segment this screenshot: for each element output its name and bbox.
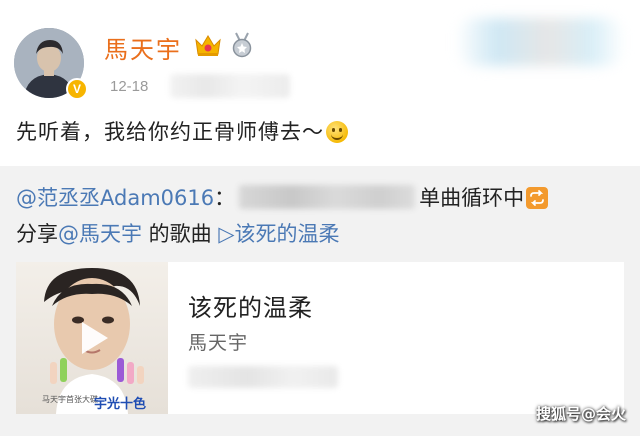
medal-icon[interactable]: [230, 32, 254, 58]
author-name[interactable]: 馬天宇: [104, 30, 182, 65]
song-artist[interactable]: 馬天宇: [188, 328, 248, 355]
post-body: 先听着，我给你约正骨师傅去～: [16, 120, 324, 144]
music-card[interactable]: 马天宇首张大碟 宇光十色 该死的温柔 馬天宇: [16, 262, 624, 414]
author-avatar[interactable]: V: [14, 28, 88, 100]
smile-emoji: [326, 121, 348, 143]
cover-caption: 马天宇首张大碟: [42, 394, 98, 404]
post-text: 先听着，我给你约正骨师傅去～: [16, 116, 348, 146]
blurred-text: [239, 185, 416, 209]
verified-v-icon: V: [66, 78, 88, 100]
blurred-source: [170, 74, 290, 98]
blurred-region-top: [455, 18, 625, 66]
share-line: 分享@馬天宇 的歌曲 ▷该死的温柔: [16, 218, 340, 248]
share-prefix: 分享: [16, 222, 58, 246]
repost-colon: ：: [214, 186, 236, 210]
album-cover[interactable]: 马天宇首张大碟 宇光十色: [16, 262, 168, 414]
share-middle: 的歌曲: [142, 222, 219, 246]
blurred-text: [188, 366, 338, 388]
crown-vip-icon[interactable]: [193, 32, 223, 58]
repeat-icon: [526, 187, 549, 209]
share-mention-link[interactable]: @馬天宇: [58, 222, 142, 246]
post-timestamp[interactable]: 12-18: [110, 78, 148, 95]
song-link[interactable]: ▷该死的温柔: [218, 222, 339, 246]
cover-logo: 宇光十色: [94, 396, 146, 412]
song-title[interactable]: 该死的温柔: [188, 288, 313, 323]
repost-block[interactable]: @范丞丞Adam0616： 单曲循环中 分享@馬天宇 的歌曲 ▷该死的温柔 马天…: [0, 166, 640, 436]
repost-suffix: 单曲循环中: [419, 186, 525, 210]
play-icon[interactable]: [68, 314, 116, 362]
repost-line: @范丞丞Adam0616： 单曲循环中: [16, 182, 549, 212]
watermark: 搜狐号@会火: [535, 405, 626, 423]
repost-mention-link[interactable]: @范丞丞Adam0616: [16, 186, 214, 210]
